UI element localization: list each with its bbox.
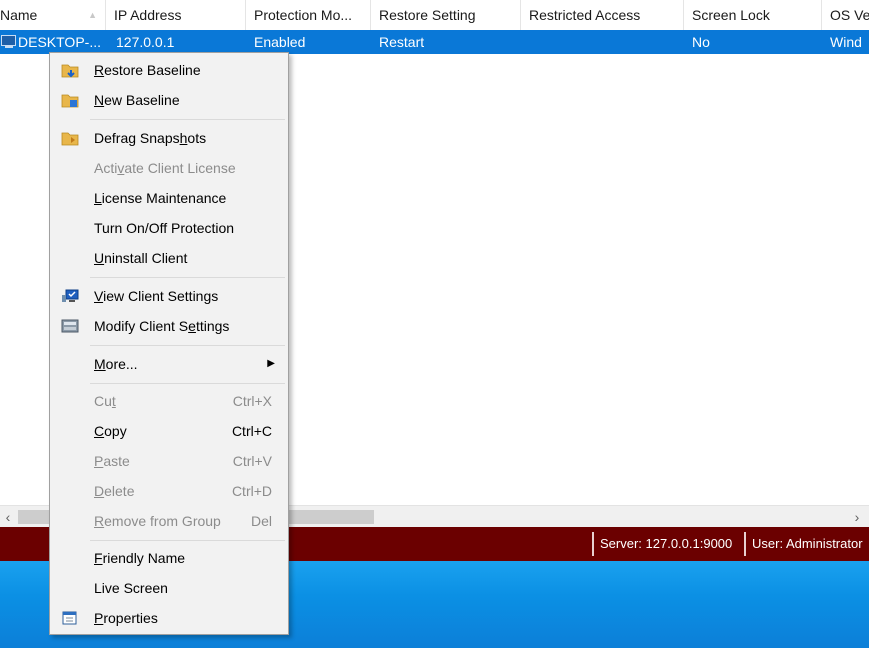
column-header-label: OS Ve (830, 7, 869, 23)
menu-item-modify-client-settings[interactable]: Modify Client Settings (50, 311, 288, 341)
column-header-name[interactable]: Name ▲ (0, 0, 106, 30)
column-header-label: Protection Mo... (254, 7, 353, 23)
menu-label: Properties (94, 610, 158, 626)
menu-label: Defrag Snapshots (94, 130, 207, 146)
menu-item-friendly-name[interactable]: Friendly Name (50, 543, 288, 573)
cell-protection: Enabled (254, 34, 306, 50)
menu-item-license-maintenance[interactable]: License Maintenance (50, 183, 288, 213)
menu-item-new-baseline[interactable]: New Baseline (50, 85, 288, 115)
computer-icon (1, 35, 16, 48)
menu-item-uninstall-client[interactable]: Uninstall Client (50, 243, 288, 273)
scroll-left-icon[interactable]: ‹ (0, 506, 16, 528)
cell-screen-lock: No (692, 34, 710, 50)
menu-label: Restore Baseline (94, 62, 201, 78)
menu-item-restore-baseline[interactable]: Restore Baseline (50, 55, 288, 85)
column-header-os[interactable]: OS Ve (822, 0, 869, 30)
menu-shortcut: Del (250, 513, 272, 529)
server-status: Server: 127.0.0.1:9000 (592, 532, 732, 556)
sort-up-icon: ▲ (88, 10, 97, 20)
menu-label: License Maintenance (94, 190, 227, 206)
column-header-label: Name (0, 7, 38, 23)
column-header-restricted[interactable]: Restricted Access (521, 0, 684, 30)
column-header-ip[interactable]: IP Address (106, 0, 246, 30)
scroll-right-icon[interactable]: › (849, 506, 865, 528)
menu-label: Activate Client License (94, 160, 236, 176)
menu-label: Modify Client Settings (94, 318, 230, 334)
menu-separator (90, 383, 285, 384)
menu-label: Turn On/Off Protection (94, 220, 235, 236)
user-status: User: Administrator (744, 532, 863, 556)
menu-item-view-client-settings[interactable]: View Client Settings (50, 281, 288, 311)
menu-item-copy[interactable]: Copy Ctrl+C (50, 416, 288, 446)
table-row[interactable]: DESKTOP-... 127.0.0.1 Enabled Restart No… (0, 30, 869, 54)
properties-icon (62, 611, 77, 625)
new-baseline-icon (61, 94, 79, 108)
chevron-right-icon: ▶ (267, 358, 275, 369)
cell-restore: Restart (379, 34, 425, 50)
menu-item-cut[interactable]: Cut Ctrl+X (50, 386, 288, 416)
column-header-label: IP Address (114, 7, 182, 23)
menu-item-turn-protection[interactable]: Turn On/Off Protection (50, 213, 288, 243)
menu-item-properties[interactable]: Properties (50, 603, 288, 633)
menu-separator (90, 277, 285, 278)
column-header-protection[interactable]: Protection Mo... (246, 0, 371, 30)
menu-item-remove-from-group[interactable]: Remove from Group Del (50, 506, 288, 536)
menu-item-paste[interactable]: Paste Ctrl+V (50, 446, 288, 476)
menu-label: Paste (94, 453, 130, 469)
menu-item-delete[interactable]: Delete Ctrl+D (50, 476, 288, 506)
menu-shortcut: Ctrl+V (232, 453, 272, 469)
column-header-label: Restricted Access (529, 7, 641, 23)
menu-shortcut: Ctrl+D (231, 483, 272, 499)
menu-label: Cut (94, 393, 116, 409)
defrag-icon (61, 132, 79, 146)
menu-label: Remove from Group (94, 513, 221, 529)
table-header: Name ▲ IP Address Protection Mo... Resto… (0, 0, 869, 31)
menu-label: Friendly Name (94, 550, 186, 566)
menu-item-activate-license[interactable]: Activate Client License (50, 153, 288, 183)
menu-label: New Baseline (94, 92, 180, 108)
cell-os: Wind (830, 34, 862, 50)
modify-settings-icon (61, 319, 79, 333)
menu-label: Copy (94, 423, 127, 439)
menu-separator (90, 345, 285, 346)
menu-label: View Client Settings (94, 288, 219, 304)
cell-name: DESKTOP-... (18, 34, 101, 50)
menu-label: Live Screen (94, 580, 168, 596)
column-header-label: Restore Setting (379, 7, 476, 23)
restore-baseline-icon (61, 64, 79, 78)
menu-separator (90, 119, 285, 120)
menu-label: Uninstall Client (94, 250, 188, 266)
menu-label: More... (94, 356, 138, 372)
menu-shortcut: Ctrl+X (232, 393, 272, 409)
menu-separator (90, 540, 285, 541)
context-menu: Restore Baseline New Baseline Defrag Sna… (49, 52, 289, 635)
menu-shortcut: Ctrl+C (231, 423, 272, 439)
column-header-restore[interactable]: Restore Setting (371, 0, 521, 30)
cell-ip: 127.0.0.1 (116, 34, 175, 50)
column-header-screen-lock[interactable]: Screen Lock (684, 0, 822, 30)
menu-item-live-screen[interactable]: Live Screen (50, 573, 288, 603)
menu-item-defrag-snapshots[interactable]: Defrag Snapshots (50, 123, 288, 153)
menu-item-more[interactable]: More... ▶ (50, 349, 288, 379)
column-header-label: Screen Lock (692, 7, 770, 23)
menu-label: Delete (94, 483, 135, 499)
view-settings-icon (62, 289, 79, 302)
